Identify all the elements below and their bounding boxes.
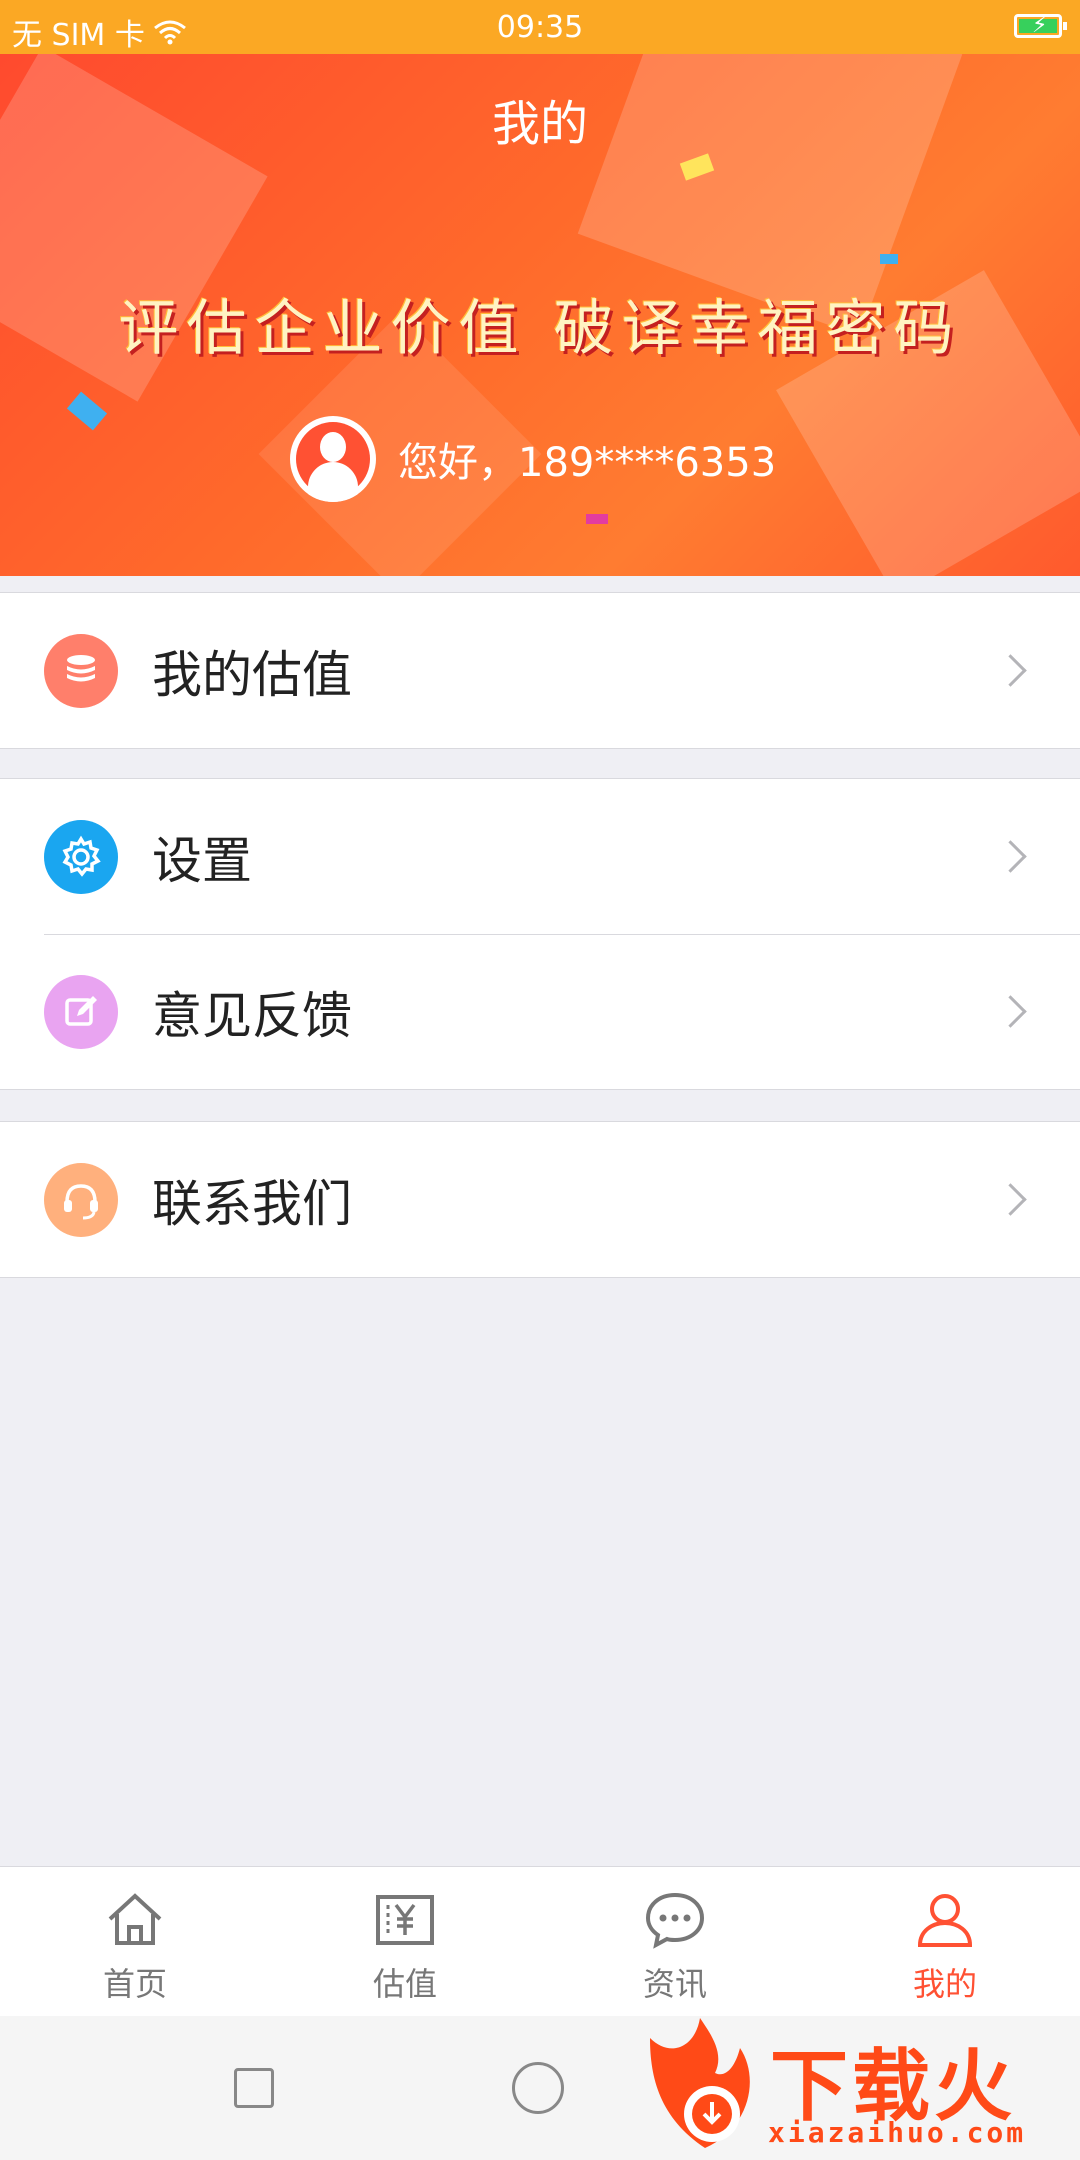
menu-item-feedback[interactable]: 意见反馈	[0, 934, 1080, 1089]
tab-news[interactable]: 资讯	[540, 1867, 810, 2017]
menu-item-my-valuation[interactable]: 我的估值	[0, 593, 1080, 748]
menu-item-settings[interactable]: 设置	[0, 779, 1080, 934]
menu-group-contact: 联系我们	[0, 1121, 1080, 1278]
menu-item-label: 意见反馈	[152, 986, 352, 1045]
tab-label: 资讯	[642, 1965, 707, 2003]
edit-icon	[44, 974, 118, 1049]
headset-icon	[44, 1162, 118, 1237]
tab-label: 我的	[912, 1965, 977, 2003]
system-nav-bar: 下载火 xiazaihuo.com	[0, 2016, 1080, 2160]
chevron-right-icon	[994, 654, 1027, 687]
page-title: 我的	[491, 96, 588, 152]
recent-apps-button[interactable]	[234, 2068, 274, 2108]
gear-icon	[44, 819, 118, 894]
menu-item-label: 我的估值	[152, 645, 352, 704]
tab-valuation[interactable]: 估值	[270, 1867, 540, 2017]
flame-logo-icon	[650, 2018, 750, 2148]
yen-icon	[376, 1895, 434, 1945]
chevron-right-icon	[994, 995, 1027, 1028]
tab-me[interactable]: 我的	[810, 1867, 1080, 2017]
menu-item-label: 联系我们	[152, 1174, 352, 1233]
tab-label: 首页	[102, 1965, 167, 2003]
chevron-right-icon	[994, 1183, 1027, 1216]
user-icon	[917, 1894, 973, 1947]
tab-label: 估值	[372, 1965, 437, 2003]
menu-group-settings: 设置 意见反馈	[0, 778, 1080, 1090]
tab-home[interactable]: 首页	[0, 1867, 270, 2017]
profile-banner: 我的 评估企业价值 破译幸福密码 您好，189****6353	[0, 54, 1080, 576]
clock: 09:35	[496, 10, 584, 45]
battery-icon: ⚡	[1014, 13, 1067, 38]
avatar[interactable]	[290, 416, 376, 502]
status-bar: 无 SIM 卡 09:35 ⚡	[0, 0, 1080, 54]
slogan-text: 评估企业价值 破译幸福密码	[118, 294, 962, 364]
watermark-url: xiazaihuo.com	[768, 2116, 1027, 2149]
chevron-right-icon	[994, 840, 1027, 873]
bottom-tab-bar: 首页 估值 资讯 我的	[0, 1866, 1080, 2017]
menu-item-contact-us[interactable]: 联系我们	[0, 1122, 1080, 1277]
chat-bubble-icon	[645, 1892, 705, 1949]
menu-item-label: 设置	[152, 831, 252, 890]
menu-group-valuation: 我的估值	[0, 592, 1080, 749]
watermark-logo: 下载火 xiazaihuo.com	[640, 2016, 1080, 2160]
greeting-text: 您好，189****6353	[398, 440, 777, 486]
home-button[interactable]	[512, 2062, 564, 2114]
coins-stack-icon	[44, 633, 118, 708]
home-icon	[108, 1893, 162, 1945]
user-greeting[interactable]: 您好，189****6353	[290, 416, 776, 502]
